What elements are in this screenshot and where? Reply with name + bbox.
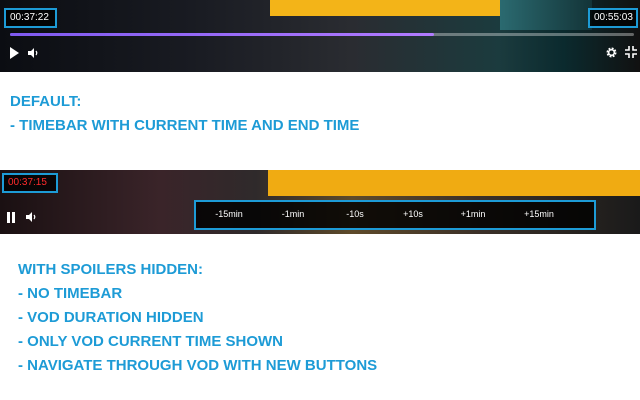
caption-line: - VOD DURATION HIDDEN bbox=[18, 309, 204, 326]
current-time-display: 00:37:15 bbox=[2, 173, 58, 193]
page: 00:37:22 00:55:03 DEFAULT: - TIMEBAR WIT… bbox=[0, 0, 640, 400]
caption-line: DEFAULT: bbox=[10, 93, 82, 110]
video-player-spoilers-hidden[interactable]: 00:37:15 -15min -1min -10s +10s +1min +1… bbox=[0, 170, 640, 234]
seek-back-15min-button[interactable]: -15min bbox=[204, 208, 254, 220]
seek-back-10s-button[interactable]: -10s bbox=[330, 208, 380, 220]
seek-forward-1min-button[interactable]: +1min bbox=[448, 208, 498, 220]
volume-icon[interactable] bbox=[25, 211, 37, 225]
seek-back-1min-button[interactable]: -1min bbox=[268, 208, 318, 220]
video-frame-banner bbox=[270, 0, 500, 16]
timebar-progress bbox=[10, 33, 435, 36]
caption-spoilers-hidden: WITH SPOILERS HIDDEN: - NO TIMEBAR - VOD… bbox=[18, 258, 377, 378]
video-player-default[interactable]: 00:37:22 00:55:03 bbox=[0, 0, 640, 72]
collapse-icon[interactable] bbox=[625, 46, 637, 60]
caption-line: - NO TIMEBAR bbox=[18, 285, 123, 302]
pause-icon[interactable] bbox=[6, 212, 16, 226]
caption-line: WITH SPOILERS HIDDEN: bbox=[18, 261, 204, 278]
caption-line: - ONLY VOD CURRENT TIME SHOWN bbox=[18, 333, 284, 350]
seek-forward-15min-button[interactable]: +15min bbox=[514, 208, 564, 220]
seek-buttons-group: -15min -1min -10s +10s +1min +15min bbox=[194, 200, 596, 230]
seek-forward-10s-button[interactable]: +10s bbox=[388, 208, 438, 220]
volume-icon[interactable] bbox=[27, 47, 39, 61]
gear-icon[interactable] bbox=[605, 46, 618, 60]
play-icon[interactable] bbox=[9, 47, 19, 61]
caption-line: - TIMEBAR WITH CURRENT TIME AND END TIME bbox=[10, 117, 360, 134]
video-frame-banner bbox=[268, 170, 640, 196]
end-time-display: 00:55:03 bbox=[588, 8, 638, 28]
video-frame-teal-block bbox=[500, 0, 592, 30]
caption-line: - NAVIGATE THROUGH VOD WITH NEW BUTTONS bbox=[18, 357, 378, 374]
caption-default: DEFAULT: - TIMEBAR WITH CURRENT TIME AND… bbox=[10, 90, 359, 138]
current-time-display: 00:37:22 bbox=[4, 8, 57, 28]
timebar[interactable] bbox=[10, 33, 634, 36]
